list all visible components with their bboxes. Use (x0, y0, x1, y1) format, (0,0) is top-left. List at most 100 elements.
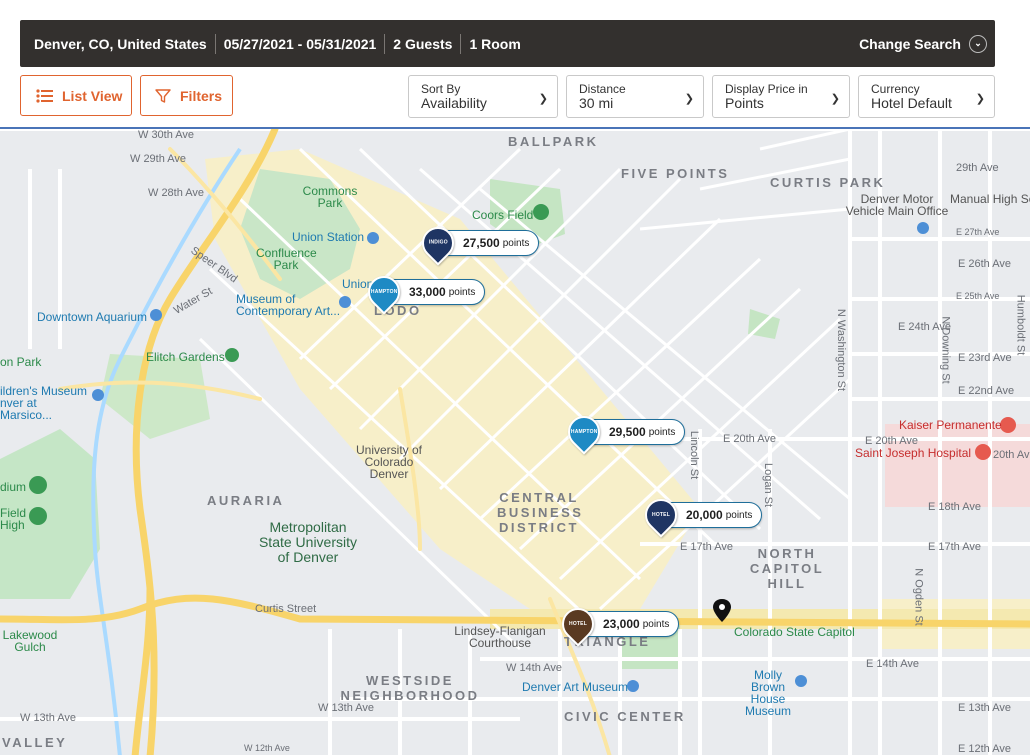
street-label: W 28th Ave (148, 187, 205, 199)
currency-value: Hotel Default (871, 95, 952, 111)
lindsey-flanigan-label: Lindsey-Flanigan Courthouse (454, 624, 546, 650)
hotel-points: 29,500 (609, 425, 646, 439)
street-label: N Downing St (939, 316, 952, 384)
district-label: CIVIC CENTER (564, 709, 686, 724)
street-label: 29th Ave (956, 162, 999, 174)
district-label: VALLEY (2, 735, 68, 750)
street-label: E 20th Ave (723, 433, 777, 445)
district-label: BALLPARK (508, 134, 599, 149)
street-label: E 17th Ave (680, 541, 734, 553)
denver-motor-vehicle-label: Denver Motor Vehicle Main Office (845, 192, 949, 218)
street-label: E 17th Ave (928, 541, 982, 553)
chevron-down-icon: ❯ (538, 93, 548, 105)
dates-text: 05/27/2021 - 05/31/2021 (214, 33, 385, 54)
park-label: on Park (0, 355, 42, 369)
hotel-points-unit: points (448, 286, 476, 298)
street-label: W 29th Ave (130, 153, 187, 165)
district-label: CURTIS PARK (770, 175, 886, 190)
hotel-points-unit: points (648, 426, 676, 438)
street-label: Lincoln St (688, 430, 701, 480)
district-label: AURARIA (207, 493, 285, 508)
street-label: W 14th Ave (506, 662, 563, 674)
filters-button[interactable]: Filters (140, 75, 233, 116)
hotel-marker[interactable]: HAMPTON 29,500 points (561, 409, 686, 455)
district-label: NORTH CAPITOL HILL (749, 546, 825, 591)
saint-joseph-hospital-label: Saint Joseph Hospital (855, 446, 972, 460)
street-label: E 22nd Ave (958, 385, 1015, 397)
street-label: E 27th Ave (956, 227, 1000, 237)
district-label: FIVE POINTS (621, 166, 730, 181)
street-label: N Washington St (835, 308, 848, 392)
street-label: 20th Ave (993, 449, 1030, 461)
list-icon (36, 88, 53, 103)
location-text: Denver, CO, United States (34, 35, 207, 52)
lakewood-gulch-label: Lakewood Gulch (2, 628, 58, 654)
street-label: E 25th Ave (956, 291, 1000, 301)
street-label: W 12th Ave (244, 743, 290, 753)
sort-by-select[interactable]: Sort By Availability ❯ (408, 75, 558, 118)
sort-by-value: Availability (421, 95, 487, 111)
street-label: E 12th Ave (958, 743, 1012, 755)
molly-brown-museum-label: Molly Brown House Museum (744, 668, 791, 718)
hotel-points: 33,000 (409, 285, 446, 299)
search-summary-bar: Denver, CO, United States 05/27/2021 - 0… (20, 20, 995, 67)
distance-value: 30 mi (579, 95, 614, 111)
street-label: W 30th Ave (138, 129, 195, 141)
hotel-points: 27,500 (463, 236, 500, 250)
manual-high-label: Manual High Sc (950, 192, 1030, 206)
commons-park-label: Commons Park (302, 184, 358, 210)
filter-icon (155, 88, 171, 104)
hotel-points-unit: points (502, 237, 530, 249)
chevron-down-icon: ❯ (684, 93, 694, 105)
district-label: WESTSIDE NEIGHBORHOOD (340, 673, 480, 703)
display-price-value: Points (725, 95, 764, 111)
kaiser-permanente-label: Kaiser Permanente (899, 418, 1002, 432)
hotel-marker[interactable]: INDIGO 27,500 points (415, 220, 540, 266)
currency-select[interactable]: Currency Hotel Default ❯ (858, 75, 995, 118)
hotel-points-unit: points (725, 509, 753, 521)
chevron-down-icon: ⌄ (969, 34, 987, 53)
hotel-marker[interactable]: HOTEL 20,000 points (638, 492, 763, 538)
street-label: W 13th Ave (318, 702, 375, 714)
street-label: E 14th Ave (866, 658, 920, 670)
confluence-park-label: Confluence Park (256, 246, 317, 272)
street-label: Humboldt St (1014, 294, 1027, 356)
hotel-marker[interactable]: HOTEL 23,000 points (555, 601, 680, 647)
street-label: Curtis Street (255, 603, 317, 615)
map-view[interactable]: BALLPARK FIVE POINTS CURTIS PARK LODO AU… (0, 127, 1030, 755)
change-search-label: Change Search (859, 35, 961, 52)
union-station-label: Union Station (292, 230, 365, 244)
change-search-button[interactable]: Change Search ⌄ (859, 34, 995, 53)
denver-art-museum-label: Denver Art Museum (522, 680, 629, 694)
street-label: E 18th Ave (928, 501, 982, 513)
downtown-aquarium-label: Downtown Aquarium (37, 310, 148, 324)
hotel-points-unit: points (642, 618, 670, 630)
ucd-label: University of Colorado Denver (355, 443, 423, 481)
colorado-state-capitol-label: Colorado State Capitol (734, 625, 855, 639)
hotel-marker[interactable]: HAMPTON 33,000 points (361, 269, 486, 315)
district-label: CENTRAL BUSINESS DISTRICT (497, 490, 584, 535)
msu-label: Metropolitan State University of Denver (258, 519, 358, 565)
street-label: E 26th Ave (958, 258, 1012, 270)
museum-contemporary-art-label: Museum of Contemporary Art... (236, 292, 341, 318)
rooms-text: 1 Room (460, 33, 528, 54)
chevron-down-icon: ❯ (975, 93, 985, 105)
childrens-museum-label: ildren's Museum nver at Marsico... (0, 384, 87, 422)
coors-field-label: Coors Field (472, 208, 534, 222)
street-label: E 20th Ave (865, 435, 919, 447)
chevron-down-icon: ❯ (830, 93, 840, 105)
street-label: E 23rd Ave (958, 352, 1012, 364)
display-price-select[interactable]: Display Price in Points ❯ (712, 75, 850, 118)
list-view-button[interactable]: List View (20, 75, 132, 116)
street-label: E 13th Ave (958, 702, 1012, 714)
guests-text: 2 Guests (384, 33, 460, 54)
street-label: W 13th Ave (20, 712, 77, 724)
elitch-gardens-label: Elitch Gardens (146, 350, 225, 364)
street-label: N Ogden St (912, 568, 925, 626)
street-label: Logan St (762, 462, 775, 508)
field-high-label: Field High (0, 506, 27, 532)
hotel-points: 23,000 (603, 617, 640, 631)
distance-select[interactable]: Distance 30 mi ❯ (566, 75, 704, 118)
filters-label: Filters (180, 87, 223, 104)
list-view-label: List View (62, 87, 123, 104)
